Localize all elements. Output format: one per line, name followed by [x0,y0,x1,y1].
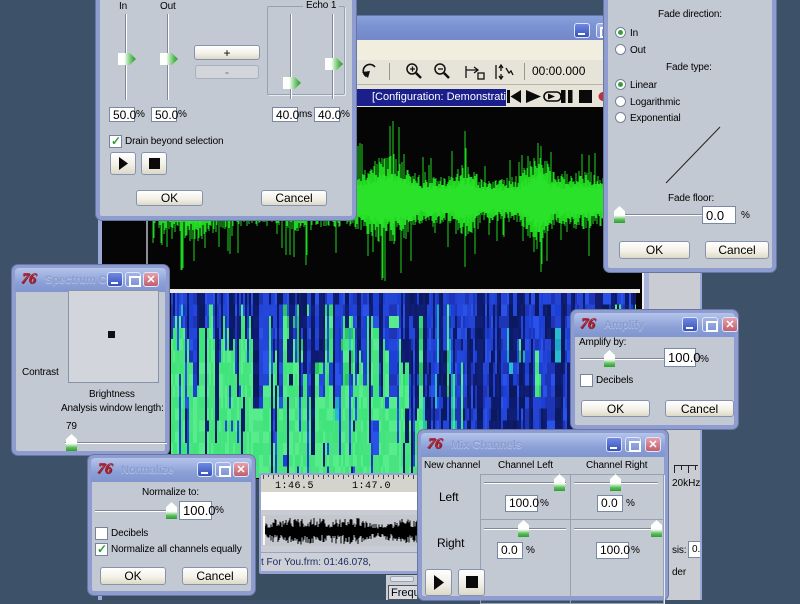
svg-text:00:00.000: 00:00.000 [532,64,586,78]
